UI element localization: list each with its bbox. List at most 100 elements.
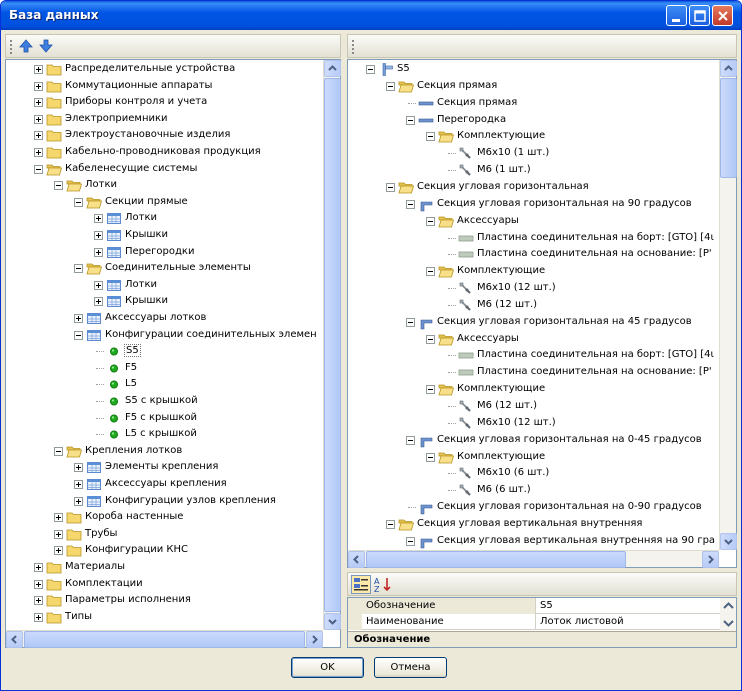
configuration-tree-vscrollbar[interactable] xyxy=(719,60,737,550)
tree-node[interactable]: Аксессуары крепления xyxy=(6,476,323,493)
category-tree-hscrollbar[interactable] xyxy=(6,630,323,648)
tree-node[interactable]: L5 xyxy=(6,376,323,393)
title-bar[interactable]: База данных xyxy=(1,1,741,30)
tree-node[interactable]: Параметры исполнения xyxy=(6,592,323,609)
collapse-toggle[interactable] xyxy=(74,264,83,274)
collapse-toggle[interactable] xyxy=(54,446,63,456)
scroll-thumb[interactable] xyxy=(324,78,341,612)
tree-node[interactable]: Лотки xyxy=(6,210,323,227)
tree-node[interactable]: M6 (1 шт.) xyxy=(348,162,719,179)
scroll-thumb[interactable] xyxy=(24,631,305,648)
collapse-toggle[interactable] xyxy=(386,519,395,529)
tree-node[interactable]: Секция угловая горизонтальная на 0-90 гр… xyxy=(348,499,719,516)
expand-toggle[interactable] xyxy=(74,314,83,323)
tree-node[interactable]: Распределительные устройства xyxy=(6,61,323,78)
category-tree[interactable]: Распределительные устройства Коммутационн… xyxy=(6,60,323,630)
collapse-toggle[interactable] xyxy=(34,164,43,174)
tree-node[interactable]: Приборы контроля и учета xyxy=(6,94,323,111)
scroll-down-button[interactable] xyxy=(324,613,341,630)
expand-toggle[interactable] xyxy=(94,297,103,307)
expand-toggle[interactable] xyxy=(34,579,43,589)
expand-toggle[interactable] xyxy=(54,513,63,523)
collapse-toggle[interactable] xyxy=(406,317,415,327)
scroll-thumb[interactable] xyxy=(720,78,737,178)
tree-node[interactable]: Типы xyxy=(6,609,323,626)
tree-node[interactable]: Комплектующие xyxy=(348,449,719,466)
tree-node[interactable]: Кабельно-проводниковая продукция xyxy=(6,144,323,161)
scroll-up-button[interactable] xyxy=(324,60,341,77)
collapse-toggle[interactable] xyxy=(426,452,435,462)
expand-toggle[interactable] xyxy=(74,480,83,489)
collapse-toggle[interactable] xyxy=(406,199,415,209)
tree-node[interactable]: Аксессуары лотков xyxy=(6,310,323,327)
tree-node[interactable]: Секция прямая xyxy=(348,95,719,112)
tree-node[interactable]: Секции прямые xyxy=(6,194,323,211)
cancel-button[interactable]: Отмена xyxy=(374,657,447,678)
tree-node[interactable]: M6 (12 шт.) xyxy=(348,297,719,314)
minimize-button[interactable] xyxy=(666,5,687,26)
categorized-button[interactable] xyxy=(351,575,371,594)
tree-node[interactable]: Электроустановочные изделия xyxy=(6,127,323,144)
tree-node[interactable]: M6 (12 шт.) xyxy=(348,398,719,415)
expand-toggle[interactable] xyxy=(74,463,83,473)
category-tree-vscrollbar[interactable] xyxy=(323,60,341,630)
collapse-toggle[interactable] xyxy=(426,334,435,344)
tree-node[interactable]: Пластина соединительная на основание: [P… xyxy=(348,246,719,263)
expand-toggle[interactable] xyxy=(34,131,43,141)
scroll-up-button[interactable] xyxy=(720,60,737,77)
expand-toggle[interactable] xyxy=(34,148,43,157)
tree-node[interactable]: Крышки xyxy=(6,293,323,310)
tree-node[interactable]: Лотки xyxy=(6,177,323,194)
alphabetical-button[interactable]: A Z xyxy=(373,575,393,594)
expand-toggle[interactable] xyxy=(94,280,103,290)
tree-node[interactable]: Комплектующие xyxy=(348,263,719,280)
ok-button[interactable]: OK xyxy=(291,657,364,678)
tree-node[interactable]: Пластина соединительная на основание: [P… xyxy=(348,364,719,381)
tree-node[interactable]: Пластина соединительная на борт: [GTO] [… xyxy=(348,230,719,247)
tree-node[interactable]: Конфигурации соединительных элемен xyxy=(6,327,323,344)
tree-node[interactable]: M6x10 (1 шт.) xyxy=(348,145,719,162)
property-grid-scrollbar[interactable] xyxy=(720,598,736,631)
property-row[interactable]: Наименование Лоток листовой xyxy=(348,614,736,630)
configuration-tree[interactable]: S5 Секция прямая Секция прямая Перегородка К… xyxy=(348,60,719,550)
expand-toggle[interactable] xyxy=(34,98,43,108)
scroll-left-button[interactable] xyxy=(6,631,23,648)
tree-node[interactable]: Материалы xyxy=(6,559,323,576)
maximize-button[interactable] xyxy=(689,5,710,26)
expand-toggle[interactable] xyxy=(94,231,103,240)
tree-node[interactable]: Соединительные элементы xyxy=(6,260,323,277)
expand-toggle[interactable] xyxy=(74,496,83,506)
tree-node[interactable]: Секция угловая горизонтальная на 0-45 гр… xyxy=(348,432,719,449)
tree-node[interactable]: Коммутационные аппараты xyxy=(6,78,323,95)
tree-node[interactable]: Аксессуары xyxy=(348,213,719,230)
tree-node[interactable]: Секция угловая горизонтальная xyxy=(348,179,719,196)
property-value[interactable]: Лоток листовой xyxy=(536,614,716,630)
tree-node[interactable]: Перегородка xyxy=(348,112,719,129)
collapse-toggle[interactable] xyxy=(406,435,415,445)
tree-node[interactable]: M6x10 (6 шт.) xyxy=(348,465,719,482)
tree-node[interactable]: S5 с крышкой xyxy=(6,393,323,410)
tree-node[interactable]: S5 xyxy=(348,61,719,78)
tree-node[interactable]: F5 с крышкой xyxy=(6,410,323,427)
scroll-right-button[interactable] xyxy=(306,631,323,648)
tree-node[interactable]: Комплектующие xyxy=(348,128,719,145)
collapse-toggle[interactable] xyxy=(386,81,395,91)
tree-node[interactable]: L5 с крышкой xyxy=(6,426,323,443)
collapse-toggle[interactable] xyxy=(426,385,435,395)
expand-toggle[interactable] xyxy=(94,247,103,257)
expand-toggle[interactable] xyxy=(34,65,43,74)
tree-node[interactable]: Кабеленесущие системы xyxy=(6,161,323,178)
scroll-left-button[interactable] xyxy=(348,551,365,568)
tree-node[interactable]: Крышки xyxy=(6,227,323,244)
close-button[interactable] xyxy=(712,5,733,26)
configuration-tree-hscrollbar[interactable] xyxy=(348,550,719,568)
property-value[interactable]: S5 xyxy=(536,598,716,614)
collapse-toggle[interactable] xyxy=(366,65,375,74)
tree-node[interactable]: F5 xyxy=(6,360,323,377)
tree-node[interactable]: Комплектующие xyxy=(348,381,719,398)
collapse-toggle[interactable] xyxy=(406,115,415,125)
expand-toggle[interactable] xyxy=(34,563,43,572)
expand-toggle[interactable] xyxy=(94,214,103,224)
tree-node[interactable]: Секция прямая xyxy=(348,78,719,95)
tree-node[interactable]: Пластина соединительная на борт: [GTO] [… xyxy=(348,347,719,364)
